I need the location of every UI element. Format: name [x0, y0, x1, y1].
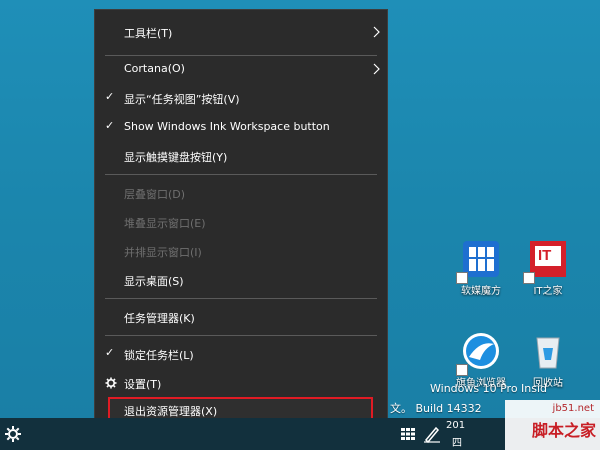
- menu-item-show-ink-workspace[interactable]: ✓ Show Windows Ink Workspace button: [95, 114, 387, 140]
- windows-build-watermark-line1: Windows 10 Pro Insid: [430, 382, 548, 395]
- ink-workspace-pen-icon[interactable]: [422, 424, 442, 444]
- desktop-icon-ithome[interactable]: IT IT之家: [517, 238, 579, 297]
- chevron-right-icon: [373, 26, 380, 38]
- checkmark-icon: ✓: [105, 90, 115, 103]
- settings-gear-icon[interactable]: [3, 424, 23, 444]
- menu-item-lock-taskbar[interactable]: ✓ 锁定任务栏(L): [95, 341, 387, 367]
- sailfish-browser-icon: [456, 330, 502, 376]
- app-cube-icon: [456, 238, 502, 284]
- menu-separator: [105, 335, 377, 336]
- desktop-icon-sailfish[interactable]: 旗鱼浏览器: [450, 330, 512, 389]
- menu-item-side-by-side-windows: 并排显示窗口(I): [124, 246, 202, 259]
- menu-separator: [105, 174, 377, 175]
- menu-item-cortana[interactable]: Cortana(O): [95, 56, 387, 82]
- desktop: 软媒魔方 IT IT之家 旗鱼浏览器 回收站 Windows 10 Pro In…: [0, 0, 600, 450]
- it-home-icon: IT: [523, 238, 569, 284]
- touch-keyboard-icon[interactable]: [398, 424, 418, 444]
- menu-item-show-desktop[interactable]: 显示桌面(S): [95, 267, 387, 293]
- taskbar-clock[interactable]: 201: [446, 420, 465, 431]
- recycle-bin-icon: [527, 330, 569, 372]
- chevron-right-icon: [373, 63, 380, 75]
- menu-item-toolbars[interactable]: 工具栏(T): [95, 19, 387, 45]
- site-logo-url: jb51.net: [552, 403, 594, 414]
- shortcut-arrow-icon: [523, 272, 535, 284]
- menu-item-stack-windows: 堆叠显示窗口(E): [124, 217, 206, 230]
- site-logo-watermark: jb51.net 脚本之家: [505, 400, 600, 450]
- it-badge-text: IT: [538, 247, 552, 264]
- windows-build-watermark-line2: 文。 Build 14332: [390, 402, 482, 415]
- desktop-icon-label: IT之家: [533, 286, 563, 297]
- menu-item-cascade-windows: 层叠窗口(D): [124, 188, 186, 201]
- shortcut-arrow-icon: [456, 272, 468, 284]
- site-logo-name: 脚本之家: [531, 421, 596, 440]
- gear-icon: [105, 377, 117, 389]
- shortcut-arrow-icon: [456, 364, 468, 376]
- desktop-icon-label: 软媒魔方: [461, 286, 501, 297]
- menu-separator: [105, 298, 377, 299]
- menu-item-show-touch-keyboard[interactable]: 显示触摸键盘按钮(Y): [95, 143, 387, 169]
- checkmark-icon: ✓: [105, 119, 115, 132]
- desktop-icon-ruanmei[interactable]: 软媒魔方: [450, 238, 512, 297]
- menu-item-settings[interactable]: 设置(T): [95, 370, 387, 396]
- taskbar-context-menu: 工具栏(T) Cortana(O) ✓ 显示“任务视图”按钮(V) ✓ Show…: [94, 9, 388, 434]
- menu-item-show-task-view[interactable]: ✓ 显示“任务视图”按钮(V): [95, 85, 387, 111]
- desktop-icon-recycle-bin[interactable]: 回收站: [517, 330, 579, 389]
- menu-item-task-manager[interactable]: 任务管理器(K): [95, 304, 387, 330]
- taskbar-date[interactable]: 四: [452, 434, 462, 449]
- checkmark-icon: ✓: [105, 346, 115, 359]
